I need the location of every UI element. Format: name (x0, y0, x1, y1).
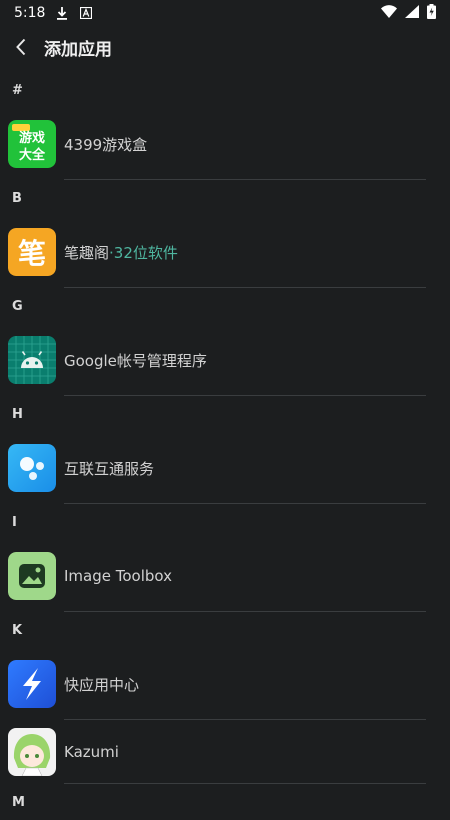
section-header-g: G (12, 298, 23, 314)
app-row-biquge[interactable]: 笔 笔趣阁·32位软件 (0, 216, 450, 288)
chevron-left-icon (16, 38, 26, 56)
a-notification-icon (79, 6, 93, 20)
svg-text:游戏: 游戏 (19, 130, 45, 146)
app-name: 互联互通服务 (64, 459, 155, 478)
back-button[interactable] (4, 30, 38, 64)
app-row-kazumi[interactable]: Kazumi (0, 720, 450, 784)
signal-icon (405, 4, 419, 22)
status-bar: 5:18 (0, 0, 450, 26)
divider (64, 503, 426, 504)
app-row-image-toolbox[interactable]: Image Toolbox (0, 540, 450, 612)
app-name: Image Toolbox (64, 567, 172, 585)
interconnect-dots-icon (8, 444, 56, 492)
section-header-i: I (12, 514, 17, 530)
app-name: Google帐号管理程序 (64, 351, 207, 370)
image-toolbox-icon (8, 552, 56, 600)
app-name: Kazumi (64, 743, 119, 761)
biquge-icon: 笔 (8, 228, 56, 276)
status-left: 5:18 (14, 5, 93, 21)
divider (64, 179, 426, 180)
wifi-icon (381, 4, 397, 22)
section-header-hash: # (12, 82, 23, 98)
app-row-google-account-manager[interactable]: Google帐号管理程序 (0, 324, 450, 396)
section-header-h: H (12, 406, 23, 422)
section-header-m: M (12, 794, 25, 810)
status-time: 5:18 (14, 5, 46, 21)
status-right (381, 3, 436, 23)
divider (64, 611, 426, 612)
app-row-interconnect[interactable]: 互联互通服务 (0, 432, 450, 504)
android-robot-icon (8, 336, 56, 384)
quick-app-bolt-icon (8, 660, 56, 708)
divider (64, 395, 426, 396)
top-bar: 添加应用 (0, 28, 450, 66)
kazumi-anime-icon (8, 728, 56, 776)
app-row-4399[interactable]: 游戏 大全 4399游戏盒 (0, 108, 450, 180)
app-name: 快应用中心 (64, 675, 140, 694)
svg-text:大全: 大全 (19, 147, 46, 163)
4399-game-box-icon: 游戏 大全 (8, 120, 56, 168)
section-header-b: B (12, 190, 22, 206)
section-header-k: K (12, 622, 23, 638)
page-title: 添加应用 (44, 39, 112, 60)
battery-icon (427, 3, 436, 23)
app-name-main: 笔趣阁 (64, 243, 110, 262)
app-list[interactable]: # 游戏 大全 4399游戏盒 B 笔 笔趣阁·32位软件 G Google帐号… (0, 72, 450, 820)
download-icon (55, 6, 69, 20)
app-name: 4399游戏盒 (64, 135, 148, 154)
divider (64, 783, 426, 784)
divider (64, 287, 426, 288)
app-name: 笔趣阁·32位软件 (64, 242, 178, 263)
app-row-quick-app-center[interactable]: 快应用中心 (0, 648, 450, 720)
svg-text:笔: 笔 (18, 237, 46, 270)
app-name-suffix: ·32位软件 (109, 243, 178, 262)
